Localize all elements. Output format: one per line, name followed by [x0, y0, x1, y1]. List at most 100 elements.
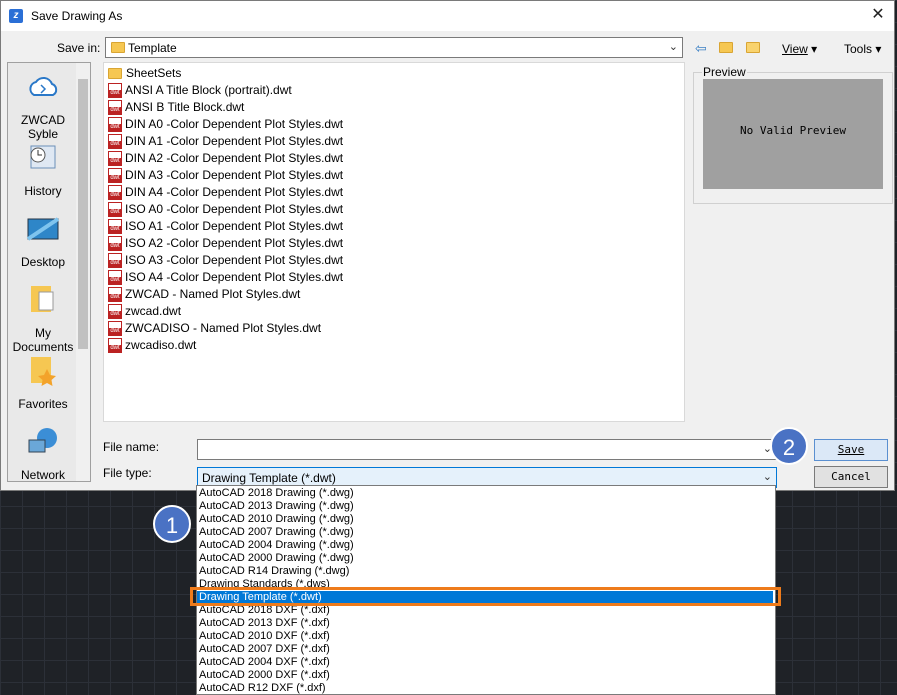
file-list-item[interactable]: ZWCAD - Named Plot Styles.dwt	[108, 286, 300, 303]
file-name-text: zwcad.dwt	[125, 304, 182, 318]
view-menu-label: View	[782, 42, 808, 56]
file-type-option[interactable]: AutoCAD 2007 DXF (*.dxf)	[199, 643, 330, 656]
preview-text: No Valid Preview	[740, 124, 846, 137]
zwcad-app-icon: z	[9, 9, 23, 23]
dwt-file-icon	[108, 168, 122, 184]
dwt-file-icon	[108, 134, 122, 150]
up-folder-icon[interactable]	[719, 40, 733, 56]
place-desktop[interactable]: Desktop	[8, 213, 78, 269]
file-type-label: File type:	[103, 466, 152, 480]
file-name-text: ISO A0 -Color Dependent Plot Styles.dwt	[125, 202, 344, 216]
back-arrow-icon[interactable]: ⇦	[695, 40, 707, 57]
file-name-text: SheetSets	[126, 66, 182, 80]
file-name-text: ISO A1 -Color Dependent Plot Styles.dwt	[125, 219, 344, 233]
file-list-item[interactable]: zwcad.dwt	[108, 303, 181, 320]
file-name-text: DIN A1 -Color Dependent Plot Styles.dwt	[125, 134, 344, 148]
file-list-item[interactable]: SheetSets	[108, 65, 181, 82]
file-list-item[interactable]: DIN A2 -Color Dependent Plot Styles.dwt	[108, 150, 343, 167]
tools-menu[interactable]: Tools ▾	[844, 42, 881, 56]
places-scrollbar[interactable]	[76, 63, 90, 481]
view-menu[interactable]: View ▾	[782, 42, 817, 56]
dwt-file-icon	[108, 338, 122, 354]
file-list-item[interactable]: ISO A1 -Color Dependent Plot Styles.dwt	[108, 218, 343, 235]
file-list-item[interactable]: zwcadiso.dwt	[108, 337, 196, 354]
dwt-file-icon	[108, 83, 122, 99]
file-list-item[interactable]: DIN A3 -Color Dependent Plot Styles.dwt	[108, 167, 343, 184]
file-list-item[interactable]: ANSI B Title Block.dwt	[108, 99, 244, 116]
place-label: My Documents	[12, 326, 74, 354]
place-history[interactable]: History	[8, 142, 78, 198]
file-name-label: File name:	[103, 440, 160, 454]
file-list-item[interactable]: ISO A4 -Color Dependent Plot Styles.dwt	[108, 269, 343, 286]
dwt-file-icon	[108, 202, 122, 218]
save-in-value: Template	[128, 41, 177, 55]
dwt-file-icon	[108, 304, 122, 320]
cloud-icon	[25, 71, 61, 103]
file-list-item[interactable]: ISO A0 -Color Dependent Plot Styles.dwt	[108, 201, 343, 218]
file-type-option[interactable]: AutoCAD 2004 Drawing (*.dwg)	[199, 539, 354, 552]
file-name-text: ANSI B Title Block.dwt	[125, 100, 245, 114]
file-list-item[interactable]: ANSI A Title Block (portrait).dwt	[108, 82, 292, 99]
file-type-option[interactable]: AutoCAD 2004 DXF (*.dxf)	[199, 656, 330, 669]
place-label: ZWCAD Syble	[21, 113, 65, 141]
chevron-down-icon: ⌄	[762, 471, 772, 483]
file-type-option[interactable]: AutoCAD 2007 Drawing (*.dwg)	[199, 526, 354, 539]
dwt-file-icon	[108, 253, 122, 269]
dwt-file-icon	[108, 321, 122, 337]
file-name-text: DIN A2 -Color Dependent Plot Styles.dwt	[125, 151, 344, 165]
file-list-item[interactable]: DIN A0 -Color Dependent Plot Styles.dwt	[108, 116, 343, 133]
dwt-file-icon	[108, 270, 122, 286]
save-in-label: Save in:	[57, 41, 101, 55]
file-type-option[interactable]: AutoCAD 2018 Drawing (*.dwg)	[199, 487, 354, 500]
dwt-file-icon	[108, 151, 122, 167]
file-list-item[interactable]: ISO A3 -Color Dependent Plot Styles.dwt	[108, 252, 343, 269]
save-in-combo[interactable]: Template ⌄	[105, 37, 683, 58]
close-icon[interactable]: ✕	[868, 5, 888, 25]
network-icon	[25, 426, 61, 458]
file-type-option[interactable]: AutoCAD 2010 Drawing (*.dwg)	[199, 513, 354, 526]
place-label: Network	[20, 468, 65, 482]
file-name-input[interactable]: ⌄	[197, 439, 777, 460]
save-button-label: Save	[837, 443, 865, 456]
file-name-text: DIN A0 -Color Dependent Plot Styles.dwt	[125, 117, 344, 131]
file-type-option[interactable]: AutoCAD R14 Drawing (*.dwg)	[199, 565, 349, 578]
place-favorites[interactable]: Favorites	[8, 355, 78, 411]
places-bar: ZWCAD Syble History Desktop My Documents…	[7, 62, 91, 482]
file-type-option[interactable]: AutoCAD 2013 DXF (*.dxf)	[199, 617, 330, 630]
file-name-text: DIN A3 -Color Dependent Plot Styles.dwt	[125, 168, 344, 182]
dwt-file-icon	[108, 117, 122, 133]
preview-label: Preview	[702, 65, 747, 79]
file-list-item[interactable]: DIN A4 -Color Dependent Plot Styles.dwt	[108, 184, 343, 201]
folder-icon	[111, 42, 125, 53]
place-network[interactable]: Network	[8, 426, 78, 482]
history-icon	[25, 142, 61, 174]
dwt-file-icon	[108, 185, 122, 201]
new-folder-icon[interactable]	[746, 40, 760, 56]
file-list-item[interactable]: ZWCADISO - Named Plot Styles.dwt	[108, 320, 321, 337]
scrollbar-thumb[interactable]	[78, 79, 88, 349]
file-name-text: ISO A4 -Color Dependent Plot Styles.dwt	[125, 270, 344, 284]
file-list-item[interactable]: DIN A1 -Color Dependent Plot Styles.dwt	[108, 133, 343, 150]
file-name-text: ISO A2 -Color Dependent Plot Styles.dwt	[125, 236, 344, 250]
file-type-option[interactable]: AutoCAD 2000 DXF (*.dxf)	[199, 669, 330, 682]
file-name-text: ZWCADISO - Named Plot Styles.dwt	[125, 321, 322, 335]
save-drawing-dialog: z Save Drawing As ✕ Save in: Template ⌄ …	[0, 0, 895, 491]
dwt-file-icon	[108, 236, 122, 252]
folder-icon	[108, 68, 122, 80]
file-type-option[interactable]: AutoCAD R12 DXF (*.dxf)	[199, 682, 326, 694]
file-list-item[interactable]: ISO A2 -Color Dependent Plot Styles.dwt	[108, 235, 343, 252]
dwt-file-icon	[108, 287, 122, 303]
place-label: Favorites	[18, 397, 68, 411]
dwt-file-icon	[108, 100, 122, 116]
place-label: Desktop	[20, 255, 66, 269]
favorites-icon	[25, 355, 61, 387]
cancel-button[interactable]: Cancel	[814, 466, 888, 488]
file-type-option[interactable]: AutoCAD 2013 Drawing (*.dwg)	[199, 500, 354, 513]
file-type-value: Drawing Template (*.dwt)	[202, 471, 336, 485]
place-zwcad-syble[interactable]: ZWCAD Syble	[8, 71, 78, 141]
place-label: History	[24, 184, 62, 198]
file-type-option[interactable]: AutoCAD 2010 DXF (*.dxf)	[199, 630, 330, 643]
place-my-documents[interactable]: My Documents	[8, 284, 78, 354]
save-button[interactable]: Save	[814, 439, 888, 461]
file-type-option[interactable]: AutoCAD 2000 Drawing (*.dwg)	[199, 552, 354, 565]
